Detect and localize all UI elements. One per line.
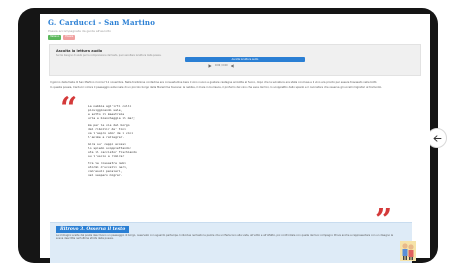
listen-button[interactable]: Ascolta la lettura audio (185, 56, 305, 62)
intro-text: Il giorno della festa di San Martino ric… (50, 81, 420, 90)
activity-box: Ritrovo 3. Osserva il testo Le immagini … (50, 222, 416, 263)
page-header: G. Carducci - San Martino Poesia accompa… (40, 14, 430, 42)
volume-icon[interactable] (230, 63, 236, 68)
audio-player[interactable]: 0:00 / 0:00 (208, 63, 236, 68)
page-subtitle: Poesia accompagnata da guida all'ascolto (48, 29, 111, 33)
audio-title: Ascolta la lettura audio (56, 48, 103, 53)
audio-hint: Se hai bisogno di aiuto per la comprensi… (56, 53, 162, 57)
poem-stanza: Gira su' ceppi accesi lo spiedo scoppiet… (88, 142, 158, 158)
page-title: G. Carducci - San Martino (48, 18, 156, 27)
intro-paragraph-2: In questa poesia, Carducci colora il pae… (50, 86, 383, 90)
home-button[interactable] (427, 128, 447, 148)
open-quote-icon: “ (60, 90, 78, 126)
back-arrow-icon (433, 134, 441, 142)
badge-list: Italiano Poesia (48, 35, 422, 40)
poem-line: urla e biancheggia il mar; (88, 115, 135, 120)
poem-section: “ La nebbia agl'irti colli piovigginando… (40, 90, 430, 235)
poem-stanza: ma per le vie del borgo dal ribollir de'… (88, 123, 158, 139)
poem-stanza: tra le rossastre nubi stormi d'uccelli n… (88, 161, 158, 177)
activity-text: Le immagini scelte dal poeta descrivono … (56, 234, 394, 241)
badge-subject[interactable]: Italiano (48, 35, 62, 40)
activity-title: Ritrovo 3. Osserva il testo (56, 226, 130, 233)
poem-line: nel vespero migrar. (88, 172, 123, 177)
play-icon[interactable] (208, 63, 212, 68)
poem-line: su l'uscio a rimirar (88, 153, 125, 158)
poem-stanza: La nebbia agl'irti colli piovigginando s… (88, 104, 158, 120)
poem-text: La nebbia agl'irti colli piovigginando s… (88, 104, 158, 180)
player-time: 0:00 / 0:00 (215, 64, 228, 67)
audio-section: Ascolta la lettura audio Se hai bisogno … (49, 43, 421, 76)
child-illustration-icon (400, 241, 416, 261)
badge-genre[interactable]: Poesia (63, 35, 76, 40)
intro-paragraph-1: Il giorno della festa di San Martino ric… (50, 80, 378, 84)
poem-line: l'anime a rallegrar. (88, 134, 125, 139)
